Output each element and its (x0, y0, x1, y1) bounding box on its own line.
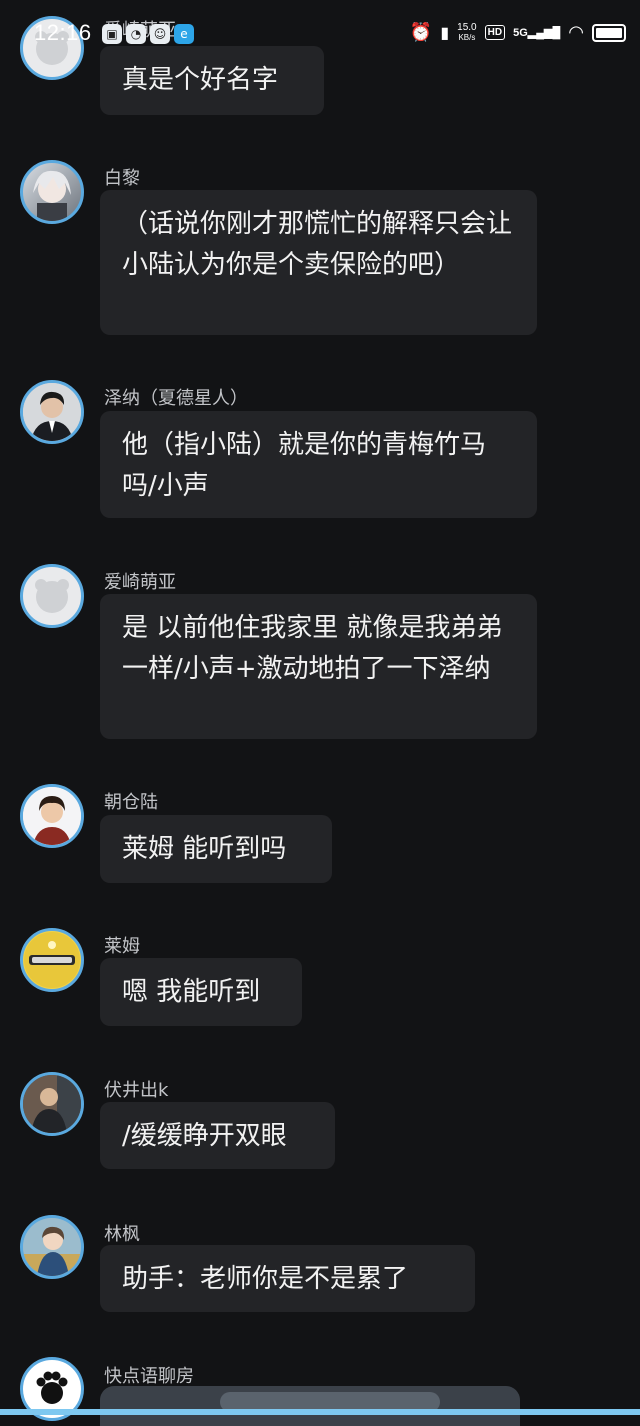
net-speed: 15.0 KB/s (457, 21, 477, 42)
message-bubble[interactable]: 嗯 我能听到 (100, 958, 302, 1026)
yellow-robot-avatar-icon (24, 932, 80, 988)
sender-name: 白黎 (104, 168, 140, 189)
avatar[interactable] (20, 1072, 84, 1136)
alarm-icon: ⏰ (409, 22, 433, 42)
bottom-progress-strip (0, 1409, 640, 1415)
sender-name: 快点语聊房 (104, 1366, 194, 1387)
game-icon: ☺ (150, 24, 170, 44)
avatar[interactable] (20, 160, 84, 224)
sender-name: 莱姆 (104, 936, 140, 957)
battery-icon (592, 23, 626, 42)
anime-avatar-blue-icon (23, 1218, 81, 1276)
message-bubble[interactable]: 他（指小陆）就是你的青梅竹马吗/小声 (100, 411, 537, 518)
sender-name: 朝仓陆 (104, 792, 158, 813)
sender-name: 泽纳（夏德星人） (104, 388, 248, 409)
anime-avatar-white-hair-icon (33, 170, 71, 221)
status-bar: 12:16 ▣ ◔ ☺ e ⏰ ▮ 15.0 KB/s HD 5G▂▄▆█ ◠ (0, 0, 640, 70)
message-bubble[interactable]: 莱姆 能听到吗 (100, 815, 332, 883)
message-bubble[interactable]: 是 以前他住我家里 就像是我弟弟一样/小声+激动地拍了一下泽纳 (100, 594, 537, 739)
vibrate-icon: ▮ (440, 24, 450, 42)
avatar[interactable] (20, 380, 84, 444)
sender-name: 伏井出k (104, 1080, 169, 1101)
message-bubble[interactable]: （话说你刚才那慌忙的解释只会让小陆认为你是个卖保险的吧） (100, 190, 537, 335)
wifi-icon: ◠ (568, 22, 584, 42)
status-app-icons: ▣ ◔ ☺ e (102, 24, 194, 44)
hero-avatar-icon (23, 787, 81, 845)
message-bubble[interactable]: /缓缓睁开双眼 (100, 1102, 335, 1169)
paw-avatar-icon (36, 1371, 68, 1404)
image-message-bubble[interactable] (100, 1386, 520, 1426)
status-time: 12:16 (34, 20, 92, 45)
avatar[interactable] (20, 928, 84, 992)
dark-suit-avatar-icon (23, 1075, 81, 1133)
sender-name: 爱崎萌亚 (104, 572, 176, 593)
avatar[interactable] (20, 784, 84, 848)
message-bubble[interactable]: 助手：老师你是不是累了 (100, 1245, 475, 1312)
browser-icon: ◔ (126, 24, 146, 44)
signal-icon: 5G▂▄▆█ (513, 27, 561, 39)
suit-man-avatar-icon (23, 383, 81, 441)
avatar[interactable] (20, 1215, 84, 1279)
default-avatar-icon (35, 579, 69, 613)
hd-badge: HD (484, 25, 506, 40)
sender-name: 林枫 (104, 1224, 140, 1245)
avatar[interactable] (20, 564, 84, 628)
app-icon: e (174, 24, 194, 44)
bilibili-icon: ▣ (102, 24, 122, 44)
status-indicators: ⏰ ▮ 15.0 KB/s HD 5G▂▄▆█ ◠ (410, 22, 626, 43)
